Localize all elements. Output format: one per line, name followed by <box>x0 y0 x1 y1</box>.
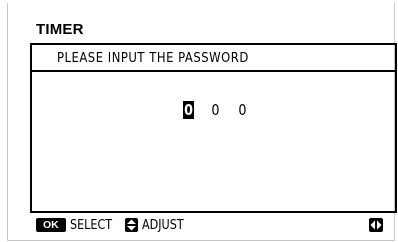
up-down-arrow-icon[interactable] <box>124 218 138 232</box>
password-digits: 0 0 0 <box>182 101 263 119</box>
controller-screen: TIMER PLEASE INPUT THE PASSWORD 0 0 0 OK… <box>7 3 397 241</box>
password-prompt: PLEASE INPUT THE PASSWORD <box>57 50 249 66</box>
password-digit-2[interactable]: 0 <box>210 101 221 119</box>
password-digit-1[interactable]: 0 <box>182 101 195 119</box>
password-panel: PLEASE INPUT THE PASSWORD 0 0 0 <box>30 43 397 213</box>
ok-key[interactable]: OK <box>36 218 66 232</box>
footer-hints: OK SELECT ADJUST <box>36 217 190 233</box>
password-digit-3[interactable]: 0 <box>237 101 248 119</box>
adjust-label: ADJUST <box>141 217 184 233</box>
left-right-arrow-icon[interactable] <box>369 218 383 232</box>
select-label: SELECT <box>69 217 112 233</box>
panel-header: PLEASE INPUT THE PASSWORD <box>32 45 395 72</box>
screen-title: TIMER <box>36 21 84 38</box>
